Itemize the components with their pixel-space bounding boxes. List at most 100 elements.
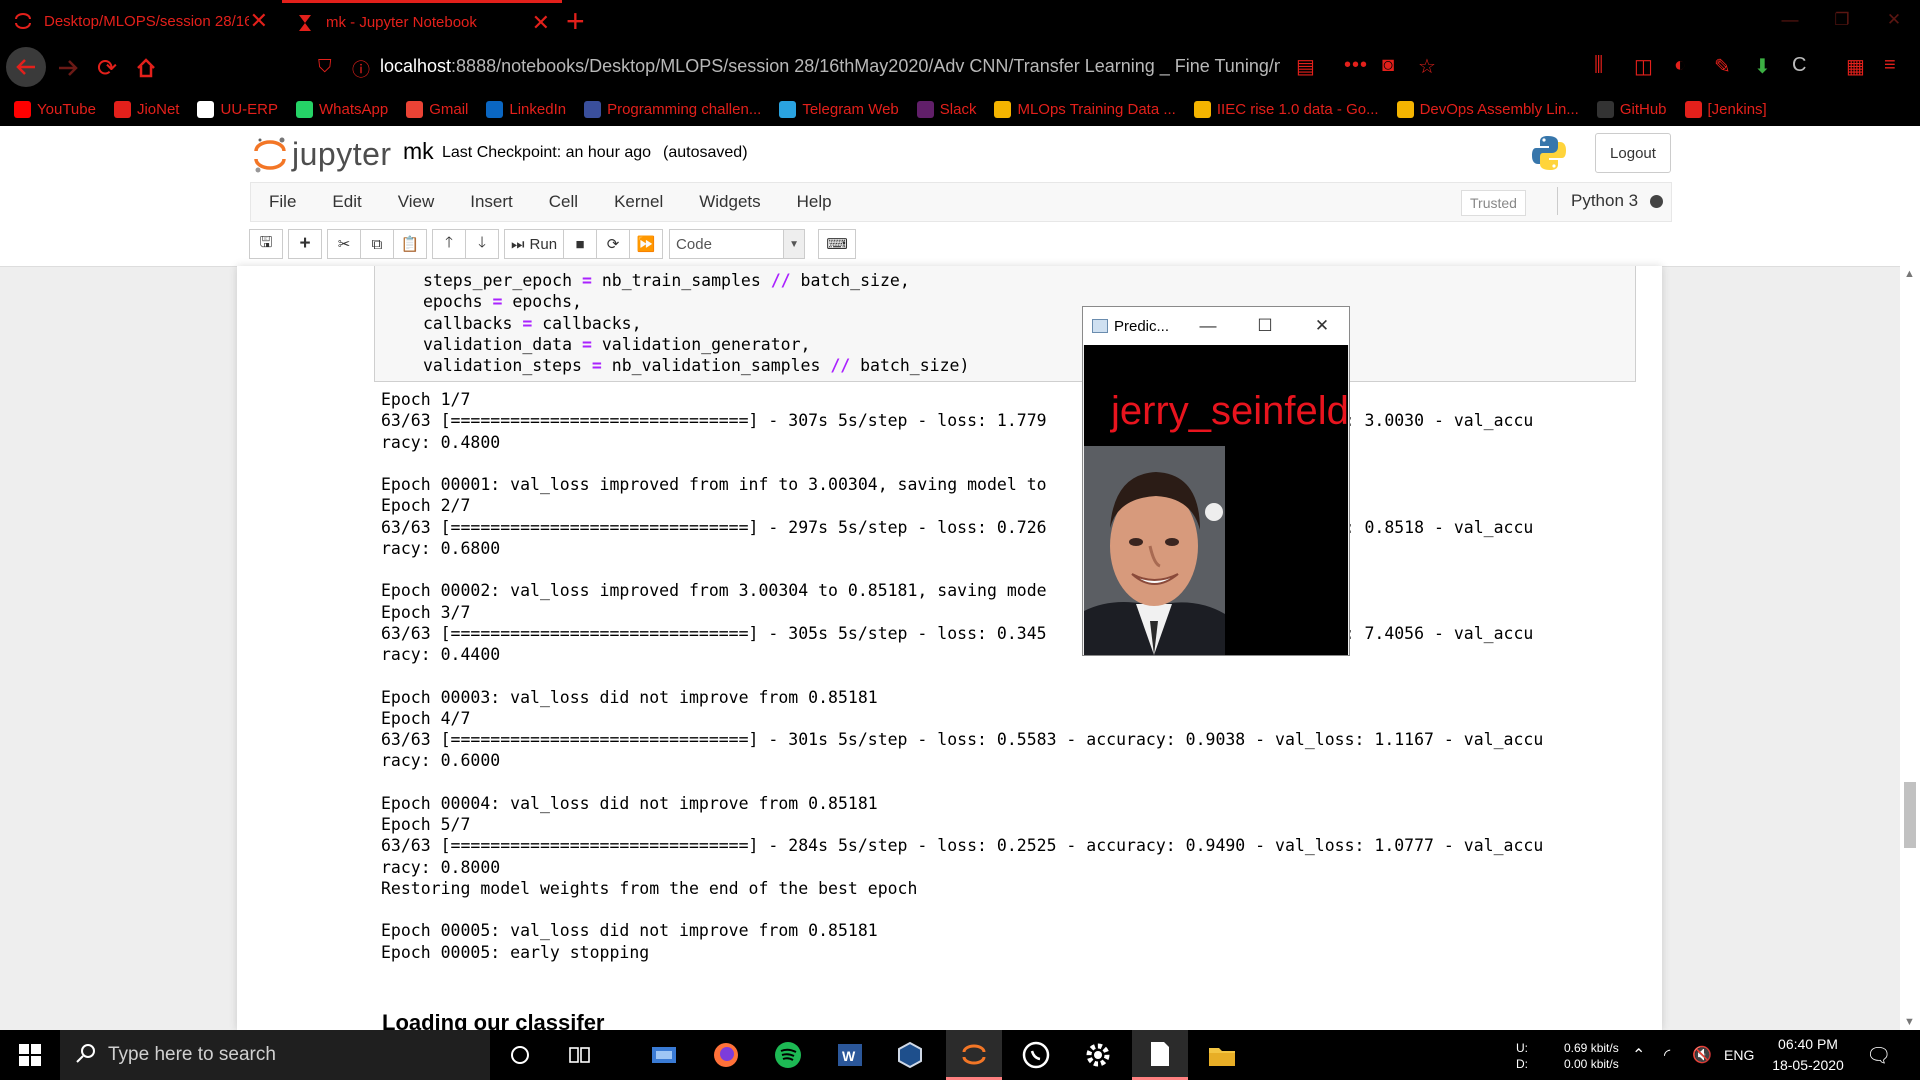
cortana-icon[interactable] <box>492 1030 548 1080</box>
insert-cell-icon[interactable]: + <box>288 229 322 259</box>
firefox-icon[interactable] <box>698 1030 754 1080</box>
trusted-badge[interactable]: Trusted <box>1461 190 1526 216</box>
url-bar[interactable]: localhost:8888/notebooks/Desktop/MLOPS/s… <box>380 56 1280 77</box>
kernel-indicator[interactable]: Python 3 <box>1557 187 1664 215</box>
fast-forward-icon[interactable]: ⏩ <box>629 229 664 259</box>
code-token: validation_generator, <box>591 334 811 354</box>
output-line: 63/63 [==============================] -… <box>381 623 1534 643</box>
bookmark-item[interactable]: UU-ERP <box>197 100 278 118</box>
reload-icon[interactable]: ⟳ <box>89 50 125 86</box>
info-icon[interactable]: ⓘ <box>352 56 370 82</box>
more-icon[interactable]: ••• <box>1344 54 1368 77</box>
language-indicator[interactable]: ENG <box>1724 1030 1754 1080</box>
bookmark-item[interactable]: [Jenkins] <box>1684 100 1767 118</box>
task-view-icon[interactable] <box>552 1030 608 1080</box>
paste-icon[interactable]: 📋 <box>393 229 427 259</box>
prediction-window[interactable]: Predic... — ☐ ✕ jerry_seinfeld <box>1082 306 1350 656</box>
menu-insert[interactable]: Insert <box>452 192 531 212</box>
spotify-icon[interactable] <box>760 1030 816 1080</box>
bookmark-item[interactable]: MLOps Training Data ... <box>994 100 1176 118</box>
scroll-down-icon[interactable]: ▼ <box>1904 1016 1915 1028</box>
back-button[interactable] <box>6 47 46 87</box>
bookmark-item[interactable]: Programming challen... <box>584 100 761 118</box>
maximize-icon[interactable]: ☐ <box>1237 307 1293 345</box>
cell-type-select[interactable]: Code ▼ <box>669 229 806 259</box>
bookmark-item[interactable]: WhatsApp <box>296 100 388 118</box>
close-icon[interactable]: ✕ <box>1294 307 1350 345</box>
notifications-icon[interactable]: 🗨 <box>1866 1030 1891 1080</box>
bookmark-item[interactable]: Telegram Web <box>779 100 899 118</box>
sync-icon[interactable]: C <box>1792 54 1806 77</box>
keyboard-icon[interactable]: ⌨ <box>818 229 857 259</box>
restore-icon[interactable]: ❐ <box>1816 0 1868 42</box>
logout-button[interactable]: Logout <box>1595 133 1671 173</box>
bookmark-label: GitHub <box>1619 100 1667 118</box>
minimize-icon[interactable]: — <box>1764 0 1816 42</box>
close-icon[interactable]: ✕ <box>532 10 550 36</box>
page-scrollbar[interactable]: ▲ ▼ <box>1900 266 1920 1030</box>
browser-tab-notebook[interactable]: mk - Jupyter Notebook ✕ <box>282 0 562 42</box>
menu-widgets[interactable]: Widgets <box>681 192 778 212</box>
menu-file[interactable]: File <box>251 192 314 212</box>
taskbar-search-box[interactable]: Type here to search <box>60 1030 490 1080</box>
scroll-up-icon[interactable]: ▲ <box>1904 268 1915 280</box>
close-icon[interactable]: ✕ <box>250 8 268 34</box>
menu-help[interactable]: Help <box>779 192 850 212</box>
bookmark-item[interactable]: Gmail <box>406 100 468 118</box>
move-up-icon[interactable]: 🡑 <box>432 229 466 259</box>
jupyter-taskbar-icon[interactable] <box>946 1030 1002 1080</box>
file-explorer-icon[interactable] <box>1194 1030 1250 1080</box>
chevron-up-icon[interactable]: ⌃ <box>1632 1030 1645 1080</box>
pocket-icon[interactable]: ◙ <box>1382 54 1394 77</box>
sidebar-icon[interactable]: ◫ <box>1634 54 1653 79</box>
bookmark-item[interactable]: IIEC rise 1.0 data - Go... <box>1193 100 1379 118</box>
copy-icon[interactable]: ⧉ <box>360 229 394 259</box>
browser-tab-desktop[interactable]: Desktop/MLOPS/session 28/16 ✕ <box>0 0 280 42</box>
bookmark-item[interactable]: YouTube <box>14 100 96 118</box>
stop-icon[interactable]: ■ <box>563 229 598 259</box>
speaker-muted-icon[interactable]: 🔇 <box>1692 1030 1712 1080</box>
menu-edit[interactable]: Edit <box>314 192 379 212</box>
new-tab-button[interactable]: + <box>566 2 585 40</box>
screenshot-icon[interactable]: ✎ <box>1714 54 1731 79</box>
menu-cell[interactable]: Cell <box>531 192 596 212</box>
save-icon[interactable]: 🖫 <box>249 229 283 259</box>
whatsapp-icon[interactable] <box>1008 1030 1064 1080</box>
prediction-window-titlebar[interactable]: Predic... — ☐ ✕ <box>1083 307 1349 345</box>
desktop-app-icon[interactable] <box>636 1030 692 1080</box>
extension-icon[interactable]: ◐ <box>1674 54 1686 77</box>
bookmark-item[interactable]: GitHub <box>1596 100 1667 118</box>
menu-icon[interactable]: ≡ <box>1884 54 1896 77</box>
menu-kernel[interactable]: Kernel <box>596 192 681 212</box>
library-icon[interactable]: ⫼ <box>1594 54 1603 77</box>
word-icon[interactable]: W <box>822 1030 878 1080</box>
jupyter-logo[interactable]: jupyter <box>252 134 392 174</box>
bookmark-item[interactable]: Slack <box>916 100 976 118</box>
settings-gear-icon[interactable] <box>1070 1030 1126 1080</box>
cut-icon[interactable]: ✂ <box>327 229 361 259</box>
minimize-icon[interactable]: — <box>1180 307 1236 345</box>
windows-start-icon[interactable] <box>0 1030 60 1080</box>
menu-view[interactable]: View <box>380 192 453 212</box>
wifi-icon[interactable]: ◜ <box>1664 1030 1670 1080</box>
bookmark-item[interactable]: JioNet <box>113 100 179 118</box>
run-button[interactable]: ⏭ Run <box>504 229 565 259</box>
home-icon[interactable] <box>128 50 164 86</box>
bookmark-item[interactable]: LinkedIn <box>486 100 566 118</box>
bookmark-star-icon[interactable]: ☆ <box>1418 54 1436 79</box>
code-cell-input[interactable]: steps_per_epoch = nb_train_samples // ba… <box>374 266 1636 382</box>
scrollbar-thumb[interactable] <box>1904 782 1916 848</box>
reader-view-icon[interactable]: ▤ <box>1296 54 1315 79</box>
shield-icon[interactable]: ⛉ <box>318 56 332 77</box>
notepad-icon[interactable] <box>1132 1030 1188 1080</box>
move-down-icon[interactable]: 🡓 <box>465 229 499 259</box>
forward-button[interactable] <box>50 50 86 86</box>
bookmark-item[interactable]: DevOps Assembly Lin... <box>1396 100 1579 118</box>
restart-icon[interactable]: ⟳ <box>596 229 631 259</box>
close-window-icon[interactable]: ✕ <box>1868 0 1920 42</box>
taskbar-clock[interactable]: 06:40 PM 18-05-2020 <box>1768 1034 1848 1076</box>
virtualbox-icon[interactable] <box>882 1030 938 1080</box>
download-icon[interactable]: ⬇ <box>1754 54 1771 79</box>
notebook-name[interactable]: mk <box>403 138 434 165</box>
extensions-grid-icon[interactable]: ▦ <box>1846 54 1865 79</box>
